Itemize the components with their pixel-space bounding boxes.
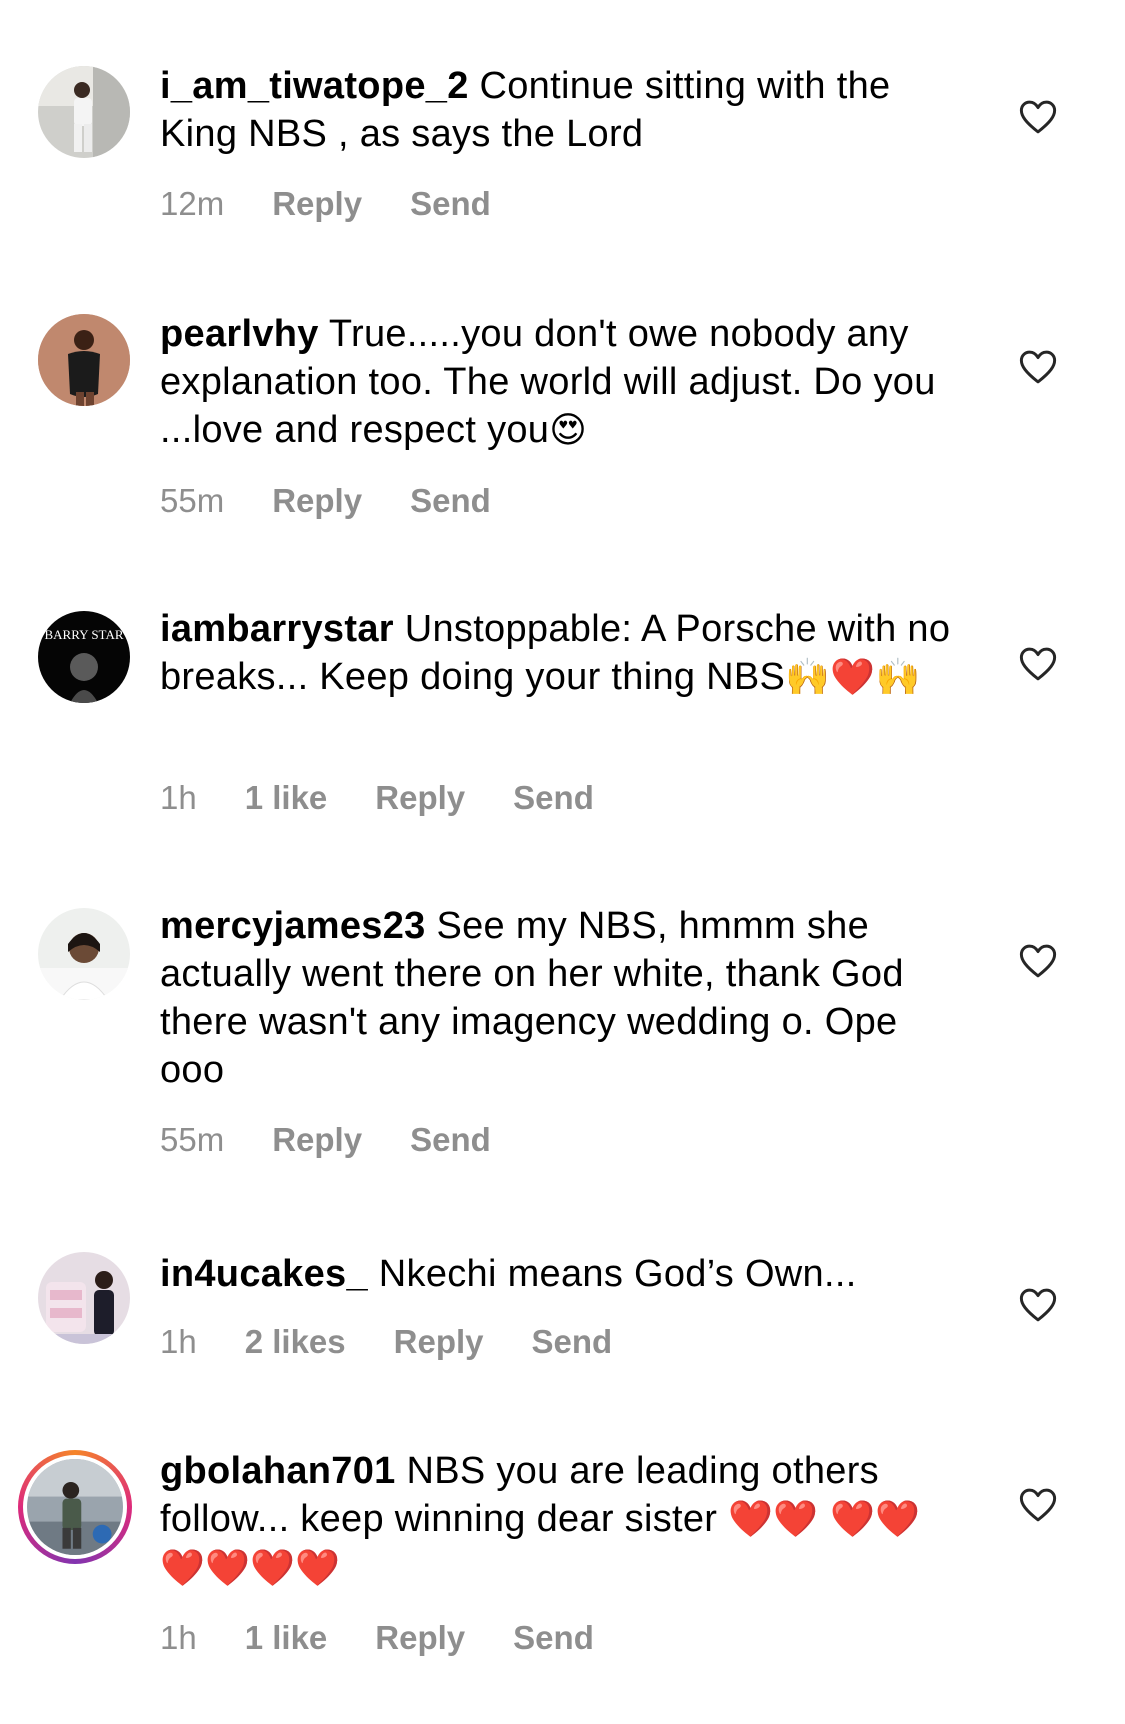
comment-username[interactable]: i_am_tiwatope_2 (160, 65, 469, 107)
avatar (23, 1455, 127, 1559)
comment-time: 1h (160, 1619, 197, 1656)
send-button[interactable]: Send (410, 1120, 491, 1160)
heart-outline-icon[interactable] (1017, 346, 1059, 388)
comment-username[interactable]: mercyjames23 (160, 905, 426, 947)
comment-time: 1h (160, 1323, 197, 1360)
avatar-image (38, 908, 130, 1000)
comment-emoji: 🙌❤️🙌 (785, 657, 921, 698)
comment-meta: 55m Reply Send (160, 481, 539, 521)
send-button[interactable]: Send (410, 481, 491, 521)
avatar[interactable] (38, 1252, 130, 1344)
reply-button[interactable]: Reply (272, 1120, 362, 1160)
avatar[interactable]: BARRY STAR (38, 611, 130, 703)
avatar-logo-text: BARRY STAR (44, 627, 123, 642)
comment-emoji: 😍 (549, 410, 588, 451)
likes-count[interactable]: 1 like (245, 1618, 328, 1658)
comment-body: pearlvhy True.....you don't owe nobody a… (160, 310, 960, 455)
comment-meta: 1h 2 likes Reply Send (160, 1322, 660, 1362)
comment-body: iambarrystar Unstoppable: A Porsche with… (160, 605, 960, 702)
heart-outline-icon[interactable] (1017, 96, 1059, 138)
comment-time: 12m (160, 185, 225, 222)
reply-button[interactable]: Reply (375, 778, 465, 818)
send-button[interactable]: Send (532, 1322, 613, 1362)
heart-outline-icon[interactable] (1017, 643, 1059, 685)
heart-outline-icon[interactable] (1017, 1484, 1059, 1526)
reply-button[interactable]: Reply (394, 1322, 484, 1362)
heart-outline-icon[interactable] (1017, 1284, 1059, 1326)
comment-text: Nkechi means God’s Own... (378, 1253, 857, 1295)
comment-body: in4ucakes_ Nkechi means God’s Own... (160, 1250, 960, 1298)
heart-outline-icon[interactable] (1017, 940, 1059, 982)
comment-meta: 55m Reply Send (160, 1120, 539, 1160)
avatar-image (38, 1252, 130, 1344)
comment-meta: 12m Reply Send (160, 184, 539, 224)
comment-meta: 1h 1 like Reply Send (160, 1618, 642, 1658)
comment-username[interactable]: iambarrystar (160, 608, 394, 650)
reply-button[interactable]: Reply (375, 1618, 465, 1658)
likes-count[interactable]: 1 like (245, 778, 328, 818)
comment-time: 55m (160, 1121, 225, 1158)
comment-username[interactable]: pearlvhy (160, 313, 319, 355)
avatar[interactable] (38, 66, 130, 158)
comment-meta: 1h 1 like Reply Send (160, 778, 642, 818)
avatar-image (27, 1459, 123, 1555)
comment-username[interactable]: gbolahan701 (160, 1450, 396, 1492)
send-button[interactable]: Send (513, 1618, 594, 1658)
likes-count[interactable]: 2 likes (245, 1322, 346, 1362)
avatar-image (38, 314, 130, 406)
comment-body: mercyjames23 See my NBS, hmmm she actual… (160, 902, 960, 1094)
comment-time: 55m (160, 482, 225, 519)
comment-body: gbolahan701 NBS you are leading others f… (160, 1447, 960, 1593)
avatar-image (38, 66, 130, 158)
avatar[interactable] (38, 908, 130, 1000)
comment-username[interactable]: in4ucakes_ (160, 1253, 368, 1295)
reply-button[interactable]: Reply (272, 481, 362, 521)
send-button[interactable]: Send (513, 778, 594, 818)
avatar-story-ring[interactable] (18, 1450, 132, 1564)
comment-time: 1h (160, 779, 197, 816)
send-button[interactable]: Send (410, 184, 491, 224)
comment-body: i_am_tiwatope_2 Continue sitting with th… (160, 62, 960, 158)
avatar-image: BARRY STAR (38, 611, 130, 703)
reply-button[interactable]: Reply (272, 184, 362, 224)
avatar[interactable] (38, 314, 130, 406)
